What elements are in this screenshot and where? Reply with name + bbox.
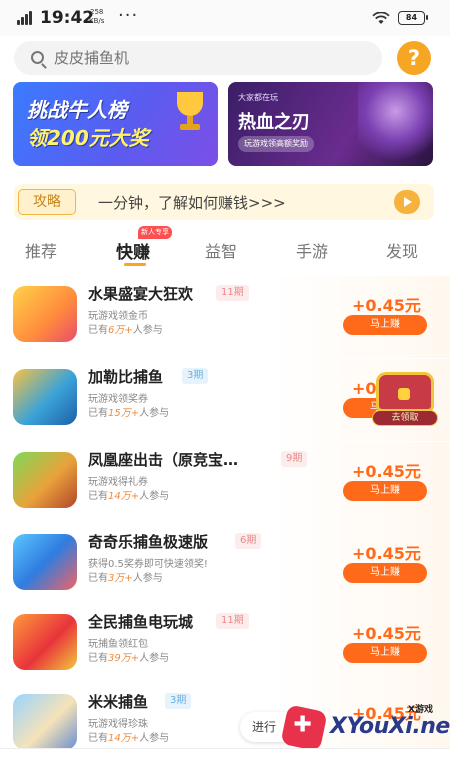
game-name: 加勒比捕鱼: [88, 368, 164, 386]
wifi-icon: [372, 12, 390, 24]
game-name: 奇奇乐捕鱼极速版: [88, 533, 209, 551]
participants: 已有39万+人参与: [88, 653, 170, 664]
game-icon: [13, 369, 77, 425]
game-name: 水果盛宴大狂欢: [88, 285, 194, 303]
period-badge: 9期: [281, 451, 308, 467]
participants: 已有15万+人参与: [88, 408, 170, 419]
game-icon: [13, 694, 77, 748]
network-speed: 258 KB/s: [89, 8, 105, 25]
game-icon: [13, 534, 77, 590]
reward-amount: +0.45元: [352, 462, 421, 481]
search-bar[interactable]: [14, 41, 382, 75]
tab-quick-earn[interactable]: 快赚: [116, 238, 150, 263]
game-icon: [13, 614, 77, 670]
game-desc: 玩捕鱼领红包: [88, 639, 148, 650]
participants: 已有14万+人参与: [88, 733, 170, 744]
banner-leaderboard[interactable]: 挑战牛人榜 领200元大奖: [13, 82, 218, 166]
new-user-badge: 新人专享: [138, 226, 172, 239]
search-input[interactable]: [54, 41, 354, 75]
banner-subtitle: 领200元大奖: [27, 126, 149, 150]
banner-kicker: 大家都在玩: [238, 93, 278, 102]
game-desc: 玩游戏得珍珠: [88, 719, 148, 730]
reward-amount: +0.45元: [352, 544, 421, 563]
signal-icon: [17, 11, 35, 25]
participants: 已有6万+人参与: [88, 325, 163, 336]
guide-tag: 攻略: [18, 189, 76, 215]
period-badge: 11期: [216, 613, 249, 629]
participants: 已有3万+人参与: [88, 573, 163, 584]
warrior-image: [358, 82, 433, 166]
earn-now-button[interactable]: 马上赚: [343, 315, 427, 335]
reward-amount: +0.45元: [352, 624, 421, 643]
tab-recommend[interactable]: 推荐: [25, 238, 57, 262]
game-desc: 获得0.5奖券即可快速领奖!: [88, 559, 208, 570]
category-tabs: 推荐 快赚 新人专享 益智 手游 发现: [0, 226, 450, 268]
game-name: 全民捕鱼电玩城: [88, 613, 194, 631]
list-item[interactable]: 奇奇乐捕鱼极速版 6期 获得0.5奖券即可快速领奖! 已有3万+人参与 +0.4…: [0, 524, 450, 606]
treasure-chest-button[interactable]: 去领取: [370, 366, 440, 430]
game-icon: [13, 452, 77, 508]
period-badge: 3期: [165, 693, 192, 709]
list-item[interactable]: 全民捕鱼电玩城 11期 玩捕鱼领红包 已有39万+人参与 +0.45元 马上赚: [0, 604, 450, 686]
watermark-logo-icon: [280, 704, 328, 752]
earn-now-button[interactable]: 马上赚: [343, 563, 427, 583]
game-icon: [13, 286, 77, 342]
play-icon[interactable]: [394, 190, 420, 214]
search-icon: [31, 51, 44, 64]
tab-mobile-games[interactable]: 手游: [296, 238, 328, 262]
claim-label: 去领取: [372, 410, 438, 426]
status-bar: 19:42 258 KB/s ··· 84: [0, 0, 450, 36]
period-badge: 11期: [216, 285, 249, 301]
banner-game-promo[interactable]: 大家都在玩 热血之刃 玩游戏领高额奖励: [228, 82, 433, 166]
game-name: 米米捕鱼: [88, 693, 149, 711]
more-icon: ···: [118, 5, 139, 26]
game-desc: 玩游戏得礼券: [88, 477, 148, 488]
tab-discover[interactable]: 发现: [386, 238, 418, 262]
banner-title: 热血之刃: [238, 112, 310, 133]
list-item[interactable]: 凤凰座出击（原竞宝… 9期 玩游戏得礼券 已有14万+人参与 +0.45元 马上…: [0, 442, 450, 524]
watermark-text: XYouXi.net: [330, 714, 450, 739]
period-badge: 6期: [235, 533, 262, 549]
tab-puzzle[interactable]: 益智: [205, 238, 237, 262]
banner-title: 挑战牛人榜: [27, 98, 127, 122]
game-desc: 玩游戏领金币: [88, 311, 148, 322]
banner-cta[interactable]: 玩游戏领高额奖励: [238, 136, 314, 152]
active-tab-indicator: [124, 263, 146, 266]
bottom-nav: [0, 748, 450, 760]
period-badge: 3期: [182, 368, 209, 384]
earn-now-button[interactable]: 马上赚: [343, 643, 427, 663]
guide-text: 一分钟，了解如何赚钱>>>: [98, 194, 286, 212]
list-item[interactable]: 水果盛宴大狂欢 11期 玩游戏领金币 已有6万+人参与 +0.45元 马上赚: [0, 276, 450, 358]
trophy-icon: [173, 92, 207, 132]
clock: 19:42: [40, 8, 95, 28]
earn-now-button[interactable]: 马上赚: [343, 481, 427, 501]
game-name: 凤凰座出击（原竞宝…: [88, 451, 239, 469]
battery-icon: 84: [398, 11, 428, 25]
reward-amount: +0.45元: [352, 296, 421, 315]
help-button[interactable]: ?: [397, 41, 431, 75]
guide-strip[interactable]: 攻略 一分钟，了解如何赚钱>>>: [14, 184, 434, 220]
game-desc: 玩游戏领奖券: [88, 394, 148, 405]
participants: 已有14万+人参与: [88, 491, 170, 502]
